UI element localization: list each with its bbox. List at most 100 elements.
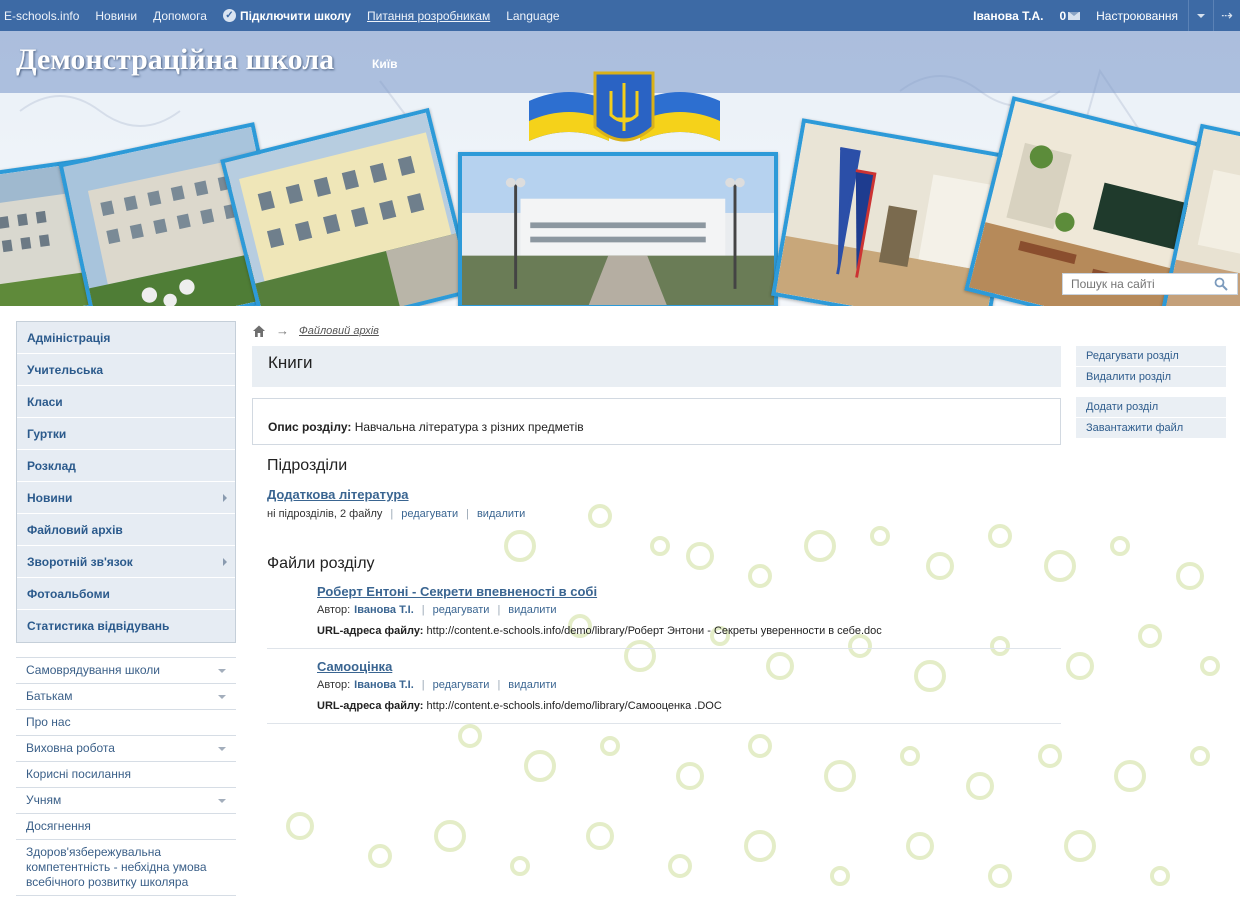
- dev-questions-link[interactable]: Питання розробникам: [367, 9, 490, 23]
- arrow-right-icon: →: [276, 323, 289, 338]
- settings-link[interactable]: Настроювання: [1096, 9, 1178, 23]
- menu2-item-label: Здоров'язбережувальна компетентність - н…: [26, 845, 207, 889]
- edit-section-link[interactable]: Редагувати розділ: [1076, 346, 1226, 367]
- menu2-item-health[interactable]: Здоров'язбережувальна компетентність - н…: [16, 839, 236, 896]
- upload-file-link[interactable]: Завантажити файл: [1076, 418, 1226, 439]
- menu2-item-label: Самоврядування школи: [26, 663, 160, 677]
- chevron-right-icon: [223, 493, 227, 502]
- menu-item-classes[interactable]: Класи: [17, 386, 235, 418]
- search-input[interactable]: [1063, 274, 1211, 294]
- home-icon[interactable]: [252, 324, 266, 338]
- menu-item-staffroom[interactable]: Учительська: [17, 354, 235, 386]
- separator: |: [497, 604, 501, 616]
- menu2-item-education-work[interactable]: Виховна робота: [16, 735, 236, 761]
- file-url: URL-адреса файлу: http://content.e-schoo…: [317, 625, 882, 637]
- menu2-item-students[interactable]: Учням: [16, 787, 236, 813]
- menu-item-label: Класи: [27, 394, 63, 409]
- file-meta: Автор: Іванова Т.І. | редагувати | видал…: [317, 679, 557, 691]
- school-photo-main: [458, 152, 778, 306]
- search-icon[interactable]: [1211, 274, 1231, 294]
- logout-icon[interactable]: ⇢: [1214, 0, 1240, 31]
- menu2-item-label: Досягнення: [26, 819, 91, 833]
- file-item: Самооцінка Автор: Іванова Т.І. | редагув…: [267, 650, 1061, 724]
- file-meta: Автор: Іванова Т.І. | редагувати | видал…: [317, 604, 557, 616]
- author-link[interactable]: Іванова Т.І.: [354, 679, 414, 691]
- menu-item-schedule[interactable]: Розклад: [17, 450, 235, 482]
- menu-item-label: Розклад: [27, 458, 76, 473]
- file-delete-link[interactable]: видалити: [508, 604, 556, 616]
- menu2-item-about[interactable]: Про нас: [16, 709, 236, 735]
- messages-count: 0: [1059, 8, 1067, 23]
- menu-item-clubs[interactable]: Гуртки: [17, 418, 235, 450]
- menu-item-photo-albums[interactable]: Фотоальбоми: [17, 578, 235, 610]
- chevron-right-icon: [223, 557, 227, 566]
- menu-item-statistics[interactable]: Статистика відвідувань: [17, 610, 235, 642]
- menu2-item-label: Учням: [26, 793, 62, 807]
- menu-item-label: Гуртки: [27, 426, 67, 441]
- settings-dropdown-button[interactable]: [1189, 0, 1213, 31]
- mail-icon: [1068, 11, 1081, 20]
- section-description: Опис розділу: Навчальна література з різ…: [252, 398, 1061, 445]
- menu-item-label: Фотоальбоми: [27, 586, 110, 601]
- file-item: Роберт Ентоні - Секрети впевненості в со…: [267, 575, 1061, 649]
- help-link[interactable]: Допомога: [153, 9, 207, 23]
- chevron-down-icon: [218, 668, 226, 673]
- breadcrumb-file-archive[interactable]: Файловий архів: [299, 325, 379, 337]
- delete-section-link[interactable]: Видалити розділ: [1076, 367, 1226, 388]
- site-search: [1062, 273, 1238, 295]
- breadcrumb: → Файловий архів: [252, 323, 379, 338]
- language-link[interactable]: Language: [506, 9, 559, 23]
- separator: |: [497, 679, 501, 691]
- url-label: URL-адреса файлу:: [317, 625, 424, 637]
- file-delete-link[interactable]: видалити: [508, 679, 556, 691]
- files-heading: Файли розділу: [267, 555, 375, 572]
- file-title-link[interactable]: Самооцінка: [317, 659, 392, 674]
- page-title: Книги: [268, 353, 313, 372]
- chevron-down-icon: [1197, 13, 1205, 18]
- menu-item-label: Учительська: [27, 362, 104, 377]
- subsection-delete-link[interactable]: видалити: [477, 508, 525, 520]
- file-edit-link[interactable]: редагувати: [433, 679, 490, 691]
- file-edit-link[interactable]: редагувати: [433, 604, 490, 616]
- page-title-box: Книги: [252, 346, 1061, 387]
- description-label: Опис розділу:: [268, 420, 352, 434]
- chevron-down-icon: [218, 746, 226, 751]
- subsections-heading: Підрозділи: [267, 457, 348, 474]
- menu-item-administration[interactable]: Адміністрація: [17, 322, 235, 354]
- menu-item-news[interactable]: Новини: [17, 482, 235, 514]
- subsection-edit-link[interactable]: редагувати: [401, 508, 458, 520]
- url-label: URL-адреса файлу:: [317, 700, 424, 712]
- menu2-item-achievements[interactable]: Досягнення: [16, 813, 236, 839]
- site-link[interactable]: E-schools.info: [4, 9, 79, 23]
- file-title-link[interactable]: Роберт Ентоні - Секрети впевненості в со…: [317, 584, 597, 599]
- menu2-item-label: Виховна робота: [26, 741, 115, 755]
- section-actions-panel: Редагувати розділ Видалити розділ Додати…: [1076, 346, 1226, 439]
- left-secondary-menu: Самоврядування школи Батькам Про нас Вих…: [16, 657, 236, 896]
- description-value: Навчальна література з різних предметів: [354, 420, 584, 434]
- messages-link[interactable]: 0: [1059, 8, 1081, 23]
- menu2-item-label: Про нас: [26, 715, 71, 729]
- separator: |: [421, 604, 425, 616]
- menu-item-feedback[interactable]: Зворотній зв'язок: [17, 546, 235, 578]
- menu-item-label: Файловий архів: [27, 522, 123, 537]
- menu2-item-useful-links[interactable]: Корисні посилання: [16, 761, 236, 787]
- menu-item-file-archive[interactable]: Файловий архів: [17, 514, 235, 546]
- menu-item-label: Новини: [27, 490, 73, 505]
- author-label: Автор:: [317, 604, 351, 616]
- menu2-item-parents[interactable]: Батькам: [16, 683, 236, 709]
- connect-school-link[interactable]: ✓ Підключити школу: [222, 8, 352, 23]
- news-link[interactable]: Новини: [95, 9, 137, 23]
- connect-school-label: Підключити школу: [239, 8, 352, 23]
- subsection-link[interactable]: Додаткова література: [267, 487, 409, 502]
- url-value: http://content.e-schools.info/demo/libra…: [426, 700, 722, 712]
- author-link[interactable]: Іванова Т.І.: [354, 604, 414, 616]
- user-name-link[interactable]: Іванова Т.А.: [973, 9, 1043, 23]
- add-section-link[interactable]: Додати розділ: [1076, 397, 1226, 418]
- separator: |: [390, 508, 394, 520]
- menu2-item-self-government[interactable]: Самоврядування школи: [16, 657, 236, 683]
- top-navigation-bar: E-schools.info Новини Допомога ✓ Підключ…: [0, 0, 1240, 31]
- separator: |: [421, 679, 425, 691]
- coat-of-arms-icon: [529, 71, 720, 142]
- author-label: Автор:: [317, 679, 351, 691]
